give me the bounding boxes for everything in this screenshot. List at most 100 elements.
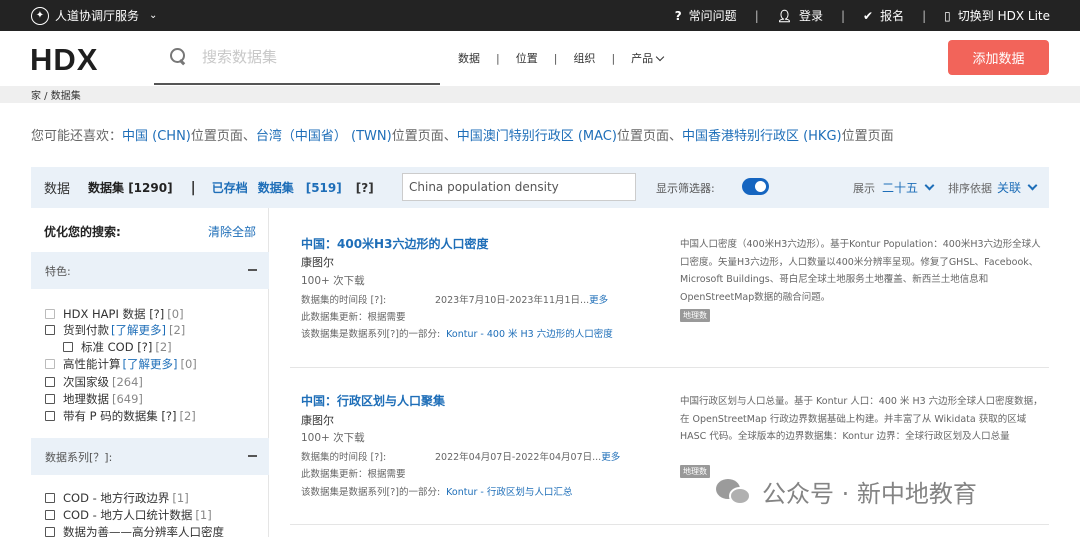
facet-count: [2] — [155, 340, 172, 354]
series-label: 该数据集是数据系列[?]的一部分: — [301, 329, 441, 340]
checkbox[interactable] — [45, 394, 55, 404]
facet-hpc[interactable]: 高性能计算 [了解更多] [0] — [45, 356, 197, 372]
checkbox[interactable] — [63, 342, 73, 352]
checkbox[interactable] — [45, 359, 55, 369]
nav-data[interactable]: 数据 — [458, 50, 480, 66]
hdx-lite-link[interactable]: ▯ 切换到 HDX Lite — [944, 7, 1050, 24]
nav-products[interactable]: 产品 — [631, 50, 665, 66]
checkbox[interactable] — [45, 510, 55, 520]
divider: | — [553, 51, 558, 65]
display-count-select[interactable]: 二十五 — [882, 179, 935, 196]
dataset-description: 中国行政区划与人口总量。基于 Kontur 人口：400 米 H3 六边形全球人… — [680, 396, 1043, 442]
datasets-tab[interactable]: 数据集 [1290] — [88, 179, 173, 196]
time-period-value: 2023年7月10日-2023年11月1日... — [435, 295, 590, 306]
dataset-description: 中国人口密度（400米H3六边形）。基于Kontur Population：40… — [680, 239, 1041, 303]
divider: | — [611, 51, 616, 65]
dataset-title-link[interactable]: 中国：行政区划与人口聚集 — [301, 392, 445, 409]
facet-label: HDX HAPI 数据 [?] — [63, 307, 165, 321]
facet-series-admin-boundaries[interactable]: COD - 地方行政边界 [1] — [45, 490, 189, 506]
data-series-panel-title: 数据系列[？]: — [45, 450, 113, 464]
show-filters-label: 显示筛选器: — [656, 182, 715, 195]
facet-count: [2] — [168, 323, 186, 337]
facet-series-data-for-good[interactable]: 数据为善——高分辨率人口密度 — [45, 524, 224, 537]
facet-label: 标准 COD [?] — [81, 340, 153, 354]
dataset-organization[interactable]: 康图尔 — [301, 412, 334, 428]
facet-label: 带有 P 码的数据集 [?] — [63, 409, 177, 423]
facet-subnational[interactable]: 次国家级 [264] — [45, 374, 143, 390]
series-link[interactable]: Kontur - 400 米 H3 六边形的人口密度 — [446, 329, 613, 340]
dataset-update-frequency: 此数据集更新：根据需要 — [301, 469, 406, 480]
signup-label: 报名 — [880, 9, 905, 23]
suggestion-link-hkg[interactable]: 中国香港特别行政区 (HKG) — [682, 129, 842, 144]
more-link[interactable]: 更多 — [589, 295, 608, 306]
faq-link[interactable]: ? 常问问题 — [675, 7, 737, 24]
help-link[interactable]: [?] — [356, 181, 374, 195]
dataset-result: 中国：400米H3六边形的人口密度 康图尔 100+ 次下载 数据集的时间段 [… — [290, 208, 1049, 368]
result-divider — [290, 524, 1049, 525]
learn-more-link[interactable]: [了解更多] — [111, 322, 166, 338]
checkbox[interactable] — [45, 377, 55, 387]
suggestions: 您可能还喜欢：中国 (CHN)位置页面、台湾（中国省） (TWN)位置页面、中国… — [31, 125, 894, 144]
checkbox[interactable] — [45, 309, 55, 319]
add-data-button[interactable]: 添加数据 — [948, 40, 1049, 75]
learn-more-link[interactable]: [了解更多] — [123, 356, 178, 372]
suggestion-link-chn[interactable]: 中国 (CHN) — [122, 129, 191, 144]
wechat-watermark: 公众号 · 新中地教育 — [716, 474, 977, 509]
archived-tab[interactable]: 已存档 — [212, 179, 248, 196]
suggestion-link-mac[interactable]: 中国澳门特别行政区 (MAC) — [457, 129, 617, 144]
suggestion-suffix: 位置页面、 — [391, 129, 457, 144]
time-period-label: 数据集的时间段 — [301, 295, 368, 306]
collapse-icon — [248, 269, 257, 271]
signup-link[interactable]: ✔ 报名 — [863, 7, 904, 24]
collapse-icon — [248, 455, 257, 457]
facet-geodata[interactable]: 地理数据 [649] — [45, 391, 143, 407]
facet-label: 数据为善——高分辨率人口密度 — [63, 525, 224, 537]
geodata-tag[interactable]: 地理数 — [680, 465, 710, 478]
facet-hdx-hapi[interactable]: HDX HAPI 数据 [?] [0] — [45, 306, 184, 322]
sort-value: 关联 — [997, 181, 1022, 195]
login-link[interactable]: 👤︎ 登录 — [777, 7, 823, 24]
query-input[interactable]: China population density — [402, 173, 636, 201]
checkbox[interactable] — [45, 325, 55, 335]
checkbox[interactable] — [45, 411, 55, 421]
login-label: 登录 — [798, 9, 823, 23]
nav-organizations[interactable]: 组织 — [573, 50, 595, 66]
facet-series-population[interactable]: COD - 地方人口统计数据 [1] — [45, 507, 212, 523]
archived-datasets-link[interactable]: 数据集 — [258, 179, 294, 196]
ocha-services-menu[interactable]: ✦ 人道协调厅服务 ⌄ — [0, 6, 157, 25]
suggestion-suffix: 位置页面 — [841, 129, 894, 144]
checkbox[interactable] — [45, 493, 55, 503]
facet-count: [1] — [195, 508, 212, 522]
facet-count: [264] — [112, 375, 143, 389]
facet-pcodes[interactable]: 带有 P 码的数据集 [?] [2] — [45, 408, 196, 424]
search-icon[interactable] — [170, 48, 188, 66]
series-link[interactable]: Kontur - 行政区划与人口汇总 — [446, 487, 572, 498]
sort-select[interactable]: 关联 — [997, 179, 1038, 196]
dataset-title-link[interactable]: 中国：400米H3六边形的人口密度 — [301, 235, 488, 252]
time-period-help[interactable]: [?]: — [371, 295, 387, 306]
facet-cod[interactable]: 货到付款 [了解更多] [2] — [45, 322, 185, 338]
facet-label: COD - 地方行政边界 — [63, 491, 170, 505]
clear-all-link[interactable]: 清除全部 — [208, 223, 256, 240]
time-period-help[interactable]: [?]: — [371, 452, 387, 463]
nav-locations[interactable]: 位置 — [516, 50, 538, 66]
facet-count: [0] — [167, 307, 184, 321]
search-input[interactable] — [202, 48, 432, 66]
featured-panel-header[interactable]: 特色: — [31, 252, 269, 289]
geodata-tag[interactable]: 地理数 — [680, 309, 710, 322]
hdx-logo[interactable]: HDX — [30, 42, 98, 78]
suggestion-suffix: 位置页面、 — [616, 129, 682, 144]
dataset-downloads: 100+ 次下载 — [301, 275, 365, 287]
divider: | — [190, 179, 196, 196]
show-filters-toggle[interactable] — [742, 178, 769, 195]
wechat-icon — [716, 477, 752, 507]
breadcrumb: 家 / 数据集 — [0, 86, 1080, 103]
more-link[interactable]: 更多 — [601, 452, 620, 463]
suggestion-link-twn[interactable]: 台湾（中国省） (TWN) — [256, 129, 392, 144]
data-series-panel-header[interactable]: 数据系列[？]: — [31, 438, 269, 475]
facet-label: 高性能计算 — [63, 357, 121, 371]
facet-standard-cod[interactable]: 标准 COD [?] [2] — [63, 339, 172, 355]
dataset-organization[interactable]: 康图尔 — [301, 254, 334, 270]
checkbox[interactable] — [45, 527, 55, 537]
chevron-down-icon — [655, 52, 665, 62]
